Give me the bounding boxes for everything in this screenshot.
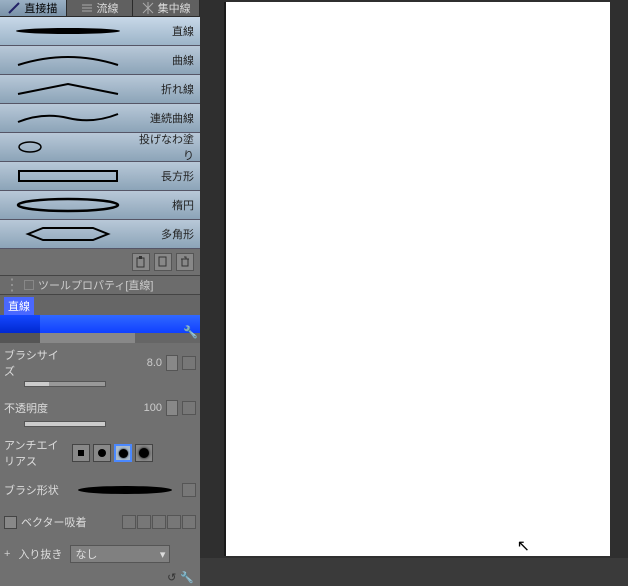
tool-list: 直線 曲線 折れ線 連続曲線 投げなわ塗り 長方形 楕円 多角形 — [0, 17, 200, 249]
brush-size-slider[interactable] — [24, 381, 106, 387]
tab-label: 集中線 — [158, 0, 191, 16]
streamline-icon — [81, 2, 93, 14]
aa-strong[interactable] — [135, 444, 153, 462]
link-box[interactable] — [182, 356, 196, 370]
grip-icon: ⋮ — [4, 275, 20, 295]
dropdown-value: なし — [75, 546, 97, 562]
tool-preview — [0, 75, 136, 103]
subtool-tabs: 直接描 流線 集中線 — [0, 0, 200, 17]
trash-button[interactable] — [176, 253, 194, 271]
antialias-options — [72, 444, 153, 462]
tool-lasso-fill[interactable]: 投げなわ塗り — [0, 133, 200, 162]
prop-label: ブラシサイズ — [4, 347, 68, 379]
tool-label: 直線 — [136, 23, 200, 39]
property-title: ツールプロパティ[直線] — [38, 277, 153, 293]
tool-label: 曲線 — [136, 52, 200, 68]
vector-snap-checkbox[interactable] — [4, 516, 17, 529]
tool-ellipse[interactable]: 楕円 — [0, 191, 200, 220]
prop-label: ベクター吸着 — [21, 514, 87, 530]
tool-label: 長方形 — [136, 168, 200, 184]
tool-panel: 直接描 流線 集中線 直線 曲線 折れ線 連続曲線 投げなわ塗り — [0, 0, 200, 558]
wrench-icon[interactable]: 🔧 — [183, 325, 198, 339]
focusline-icon — [142, 2, 154, 14]
tool-preview — [0, 133, 136, 161]
opacity-value[interactable]: 100 — [128, 402, 162, 414]
tool-preview — [0, 17, 136, 45]
snap-opt[interactable] — [137, 515, 151, 529]
tool-icon-row — [0, 249, 200, 275]
spinner[interactable] — [166, 355, 178, 371]
color-label: 直線 — [4, 297, 34, 315]
aa-weak[interactable] — [93, 444, 111, 462]
snap-mode-boxes — [122, 515, 196, 529]
tool-label: 投げなわ塗り — [136, 131, 200, 163]
tool-rectangle[interactable]: 長方形 — [0, 162, 200, 191]
tool-preview — [0, 162, 136, 190]
tool-preview — [0, 220, 136, 248]
spinner[interactable] — [166, 400, 178, 416]
prop-vector-snap: ベクター吸着 — [4, 511, 196, 533]
tool-label: 多角形 — [136, 226, 200, 242]
color-bar[interactable] — [0, 315, 200, 333]
snap-opt[interactable] — [152, 515, 166, 529]
snap-opt[interactable] — [122, 515, 136, 529]
link-box[interactable] — [182, 401, 196, 415]
tool-polyline[interactable]: 折れ線 — [0, 75, 200, 104]
new-button[interactable] — [154, 253, 172, 271]
link-box[interactable] — [182, 483, 196, 497]
reset-icon[interactable]: ↺ — [167, 571, 176, 584]
tool-curve[interactable]: 曲線 — [0, 46, 200, 75]
tool-polygon[interactable]: 多角形 — [0, 220, 200, 249]
tool-label: 折れ線 — [136, 81, 200, 97]
tab-streamline[interactable]: 流線 — [67, 0, 134, 16]
canvas-area: ↖ — [200, 0, 628, 558]
tab-direct-draw[interactable]: 直接描 — [0, 0, 67, 16]
prop-opacity: 不透明度 100 — [4, 397, 196, 427]
brush-shape-preview[interactable] — [76, 484, 174, 496]
color-preview: 直線 🔧 — [0, 295, 200, 341]
collapse-icon[interactable] — [24, 280, 34, 290]
property-list: ブラシサイズ 8.0 不透明度 100 アンチエイリアス — [0, 341, 200, 569]
clipboard-button[interactable] — [132, 253, 150, 271]
tool-preview — [0, 46, 136, 74]
expand-icon[interactable]: + — [4, 548, 14, 560]
prop-label: 入り抜き — [18, 546, 66, 562]
aa-none[interactable] — [72, 444, 90, 462]
wrench-icon[interactable]: 🔧 — [180, 571, 194, 584]
prop-label: 不透明度 — [4, 400, 68, 416]
tab-label: 流線 — [97, 0, 119, 16]
prop-start-end: + 入り抜き なし ▾ — [4, 543, 196, 565]
chevron-down-icon: ▾ — [160, 548, 166, 561]
prop-brush-size: ブラシサイズ 8.0 — [4, 347, 196, 387]
opacity-slider[interactable] — [24, 421, 106, 427]
canvas[interactable] — [224, 2, 610, 556]
tool-label: 連続曲線 — [136, 110, 200, 126]
property-header: ⋮ ツールプロパティ[直線] — [0, 275, 200, 295]
prop-label: ブラシ形状 — [4, 482, 68, 498]
prop-label: アンチエイリアス — [4, 437, 68, 469]
prop-antialias: アンチエイリアス — [4, 437, 196, 469]
tool-continuous-curve[interactable]: 連続曲線 — [0, 104, 200, 133]
tab-label: 直接描 — [24, 0, 57, 16]
tool-straight-line[interactable]: 直線 — [0, 17, 200, 46]
aa-mid[interactable] — [114, 444, 132, 462]
tool-label: 楕円 — [136, 197, 200, 213]
start-end-dropdown[interactable]: なし ▾ — [70, 545, 170, 563]
brush-size-value[interactable]: 8.0 — [128, 357, 162, 369]
tool-preview — [0, 191, 136, 219]
line-icon — [8, 2, 20, 14]
footer-icons: ↺ 🔧 — [0, 569, 200, 586]
snap-opt[interactable] — [182, 515, 196, 529]
prop-brush-shape: ブラシ形状 — [4, 479, 196, 501]
tab-focusline[interactable]: 集中線 — [133, 0, 200, 16]
snap-opt[interactable] — [167, 515, 181, 529]
tool-preview — [0, 104, 136, 132]
